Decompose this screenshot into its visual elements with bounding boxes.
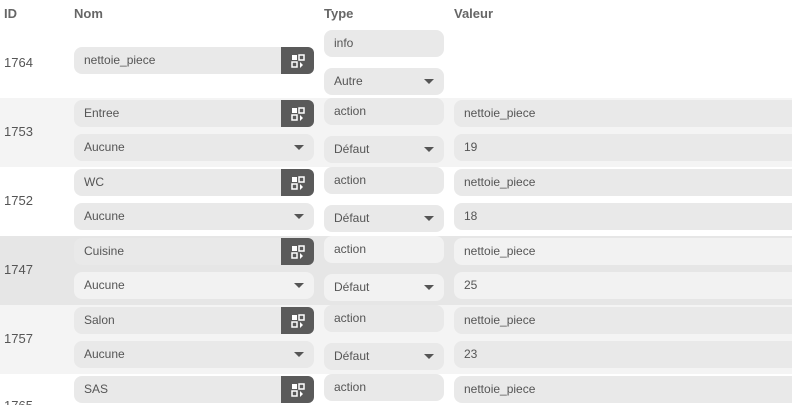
name-input[interactable]: SAS	[74, 376, 281, 403]
configure-icon	[290, 382, 305, 397]
name-input[interactable]: Salon	[74, 307, 281, 334]
subtype-select[interactable]: Défaut	[324, 274, 444, 301]
value2-field[interactable]: 18	[454, 203, 792, 230]
value-field[interactable]: nettoie_piece	[454, 307, 792, 334]
header-type: Type	[324, 6, 354, 21]
subtype-select[interactable]: Autre	[324, 68, 444, 95]
subtype-value: Défaut	[334, 142, 370, 156]
name-input[interactable]: Cuisine	[74, 238, 281, 265]
row-id: 1753	[4, 124, 33, 139]
configure-icon	[290, 106, 305, 121]
table-row: 1752 WC Aucune action Défaut nettoie_pie…	[0, 167, 792, 236]
object-value: Aucune	[84, 347, 125, 361]
chevron-down-icon	[294, 352, 304, 357]
object-value: Aucune	[84, 209, 125, 223]
row-id: 1747	[4, 262, 33, 277]
chevron-down-icon	[294, 283, 304, 288]
chevron-down-icon	[294, 145, 304, 150]
subtype-value: Défaut	[334, 280, 370, 294]
row-id: 1752	[4, 193, 33, 208]
table-header: ID Nom Type Valeur	[0, 0, 792, 28]
chevron-down-icon	[424, 216, 434, 221]
configure-button[interactable]	[281, 100, 314, 127]
subtype-value: Défaut	[334, 211, 370, 225]
value-field[interactable]: nettoie_piece	[454, 238, 792, 265]
type-field[interactable]: action	[324, 374, 444, 401]
subtype-select[interactable]: Défaut	[324, 136, 444, 163]
object-select[interactable]: Aucune	[74, 203, 314, 230]
subtype-value: Défaut	[334, 349, 370, 363]
configure-button[interactable]	[281, 169, 314, 196]
chevron-down-icon	[424, 79, 434, 84]
name-input[interactable]: WC	[74, 169, 281, 196]
header-valeur: Valeur	[454, 6, 494, 21]
value2-field[interactable]: 23	[454, 341, 792, 368]
chevron-down-icon	[424, 147, 434, 152]
object-select[interactable]: Aucune	[74, 272, 314, 299]
table-row: 1747 Cuisine Aucune action Défaut nettoi…	[0, 236, 792, 305]
configure-icon	[290, 313, 305, 328]
subtype-select[interactable]: Défaut	[324, 205, 444, 232]
object-select[interactable]: Aucune	[74, 134, 314, 161]
configure-icon	[290, 53, 305, 68]
table-row: 1757 Salon Aucune action Défaut nettoie_…	[0, 305, 792, 374]
configure-icon	[290, 175, 305, 190]
object-value: Aucune	[84, 140, 125, 154]
header-id: ID	[4, 6, 17, 21]
value-field[interactable]: nettoie_piece	[454, 100, 792, 127]
subtype-value: Autre	[334, 74, 363, 88]
table-row: 1765 SAS action nettoie_piece	[0, 374, 792, 405]
object-value: Aucune	[84, 278, 125, 292]
name-input[interactable]: nettoie_piece	[74, 47, 281, 74]
type-field[interactable]: action	[324, 167, 444, 194]
value2-field[interactable]: 19	[454, 134, 792, 161]
type-field[interactable]: info	[324, 30, 444, 57]
value2-field[interactable]: 25	[454, 272, 792, 299]
configure-button[interactable]	[281, 47, 314, 74]
value-field[interactable]: nettoie_piece	[454, 376, 792, 403]
chevron-down-icon	[294, 214, 304, 219]
table-row: 1764 nettoie_piece info Autre	[0, 28, 792, 98]
type-field[interactable]: action	[324, 98, 444, 125]
name-input[interactable]: Entree	[74, 100, 281, 127]
chevron-down-icon	[424, 354, 434, 359]
chevron-down-icon	[424, 285, 434, 290]
value-field[interactable]: nettoie_piece	[454, 169, 792, 196]
header-nom: Nom	[74, 6, 103, 21]
configure-button[interactable]	[281, 307, 314, 334]
configure-button[interactable]	[281, 238, 314, 265]
row-id: 1764	[4, 55, 33, 70]
type-field[interactable]: action	[324, 236, 444, 263]
table-row: 1753 Entree Aucune action Défaut nettoie…	[0, 98, 792, 167]
row-id: 1765	[4, 398, 33, 405]
type-field[interactable]: action	[324, 305, 444, 332]
configure-icon	[290, 244, 305, 259]
subtype-select[interactable]: Défaut	[324, 343, 444, 370]
row-id: 1757	[4, 331, 33, 346]
object-select[interactable]: Aucune	[74, 341, 314, 368]
configure-button[interactable]	[281, 376, 314, 403]
